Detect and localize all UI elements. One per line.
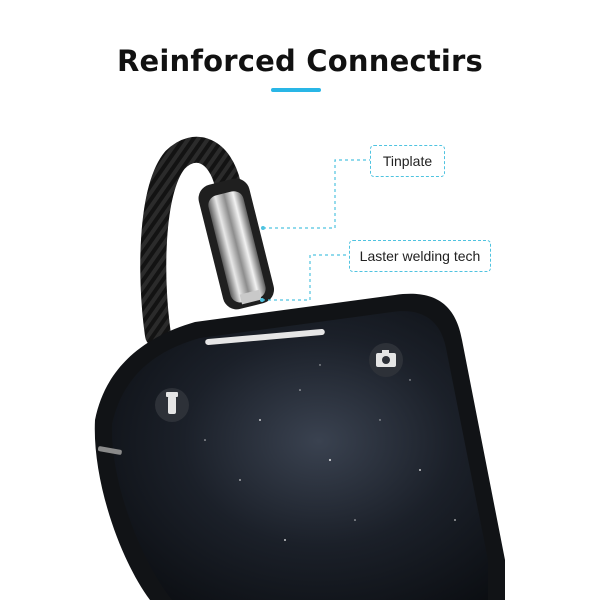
flashlight-icon — [155, 388, 189, 422]
camera-icon — [369, 343, 403, 377]
connector — [198, 178, 275, 310]
page-title: Reinforced Connectirs — [116, 44, 484, 78]
callout-laser-welding-label: Laster welding tech — [359, 248, 481, 264]
title-accent-bar — [271, 88, 321, 92]
callout-tinplate-label: Tinplate — [382, 153, 433, 169]
callout-leaders — [262, 159, 370, 301]
callout-laser-welding: Laster welding tech — [349, 240, 491, 272]
callout-tinplate: Tinplate — [370, 145, 445, 177]
